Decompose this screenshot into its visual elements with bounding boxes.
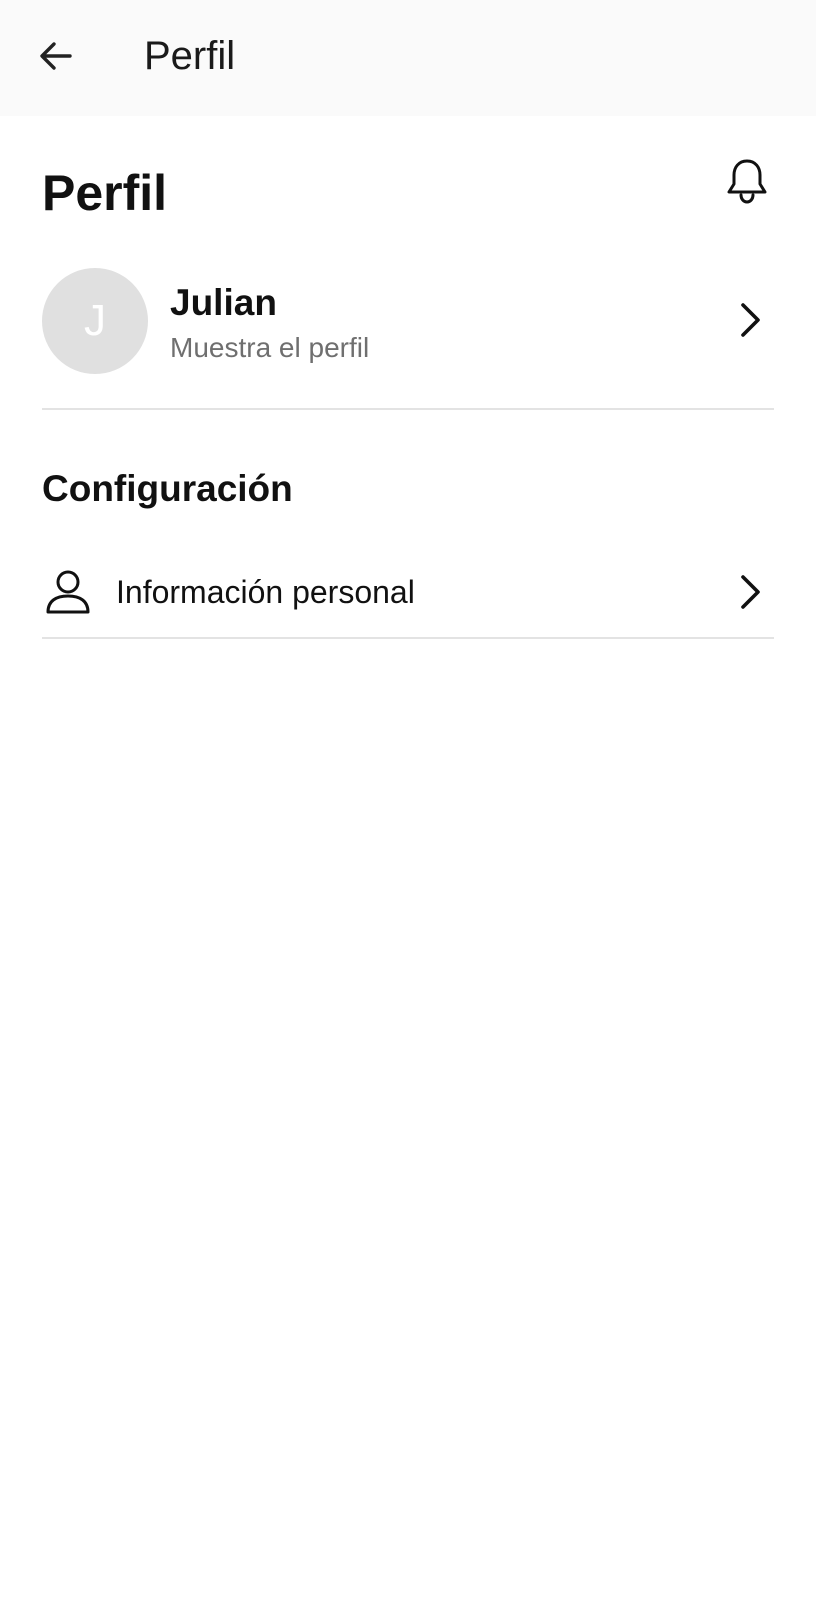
divider [42, 408, 774, 410]
bell-icon [727, 159, 767, 204]
page-title: Perfil [42, 165, 168, 221]
person-icon [42, 566, 94, 618]
app-bar-title: Perfil [144, 34, 236, 78]
notifications-button[interactable] [720, 154, 774, 208]
profile-subtitle: Muestra el perfil [170, 332, 370, 363]
avatar: J [42, 268, 148, 374]
back-button[interactable] [28, 28, 84, 84]
settings-heading: Configuración [42, 468, 293, 509]
profile-row[interactable]: J Julian Muestra el perfil [0, 260, 816, 376]
profile-name: Julian [170, 282, 277, 323]
chevron-right-icon [730, 572, 770, 612]
chevron-right-icon [730, 300, 770, 340]
settings-item-personal-info[interactable]: Información personal [0, 554, 816, 634]
arrow-left-icon [40, 42, 72, 70]
divider [42, 637, 774, 639]
settings-item-label: Información personal [116, 574, 415, 610]
app-bar: Perfil [0, 0, 816, 116]
